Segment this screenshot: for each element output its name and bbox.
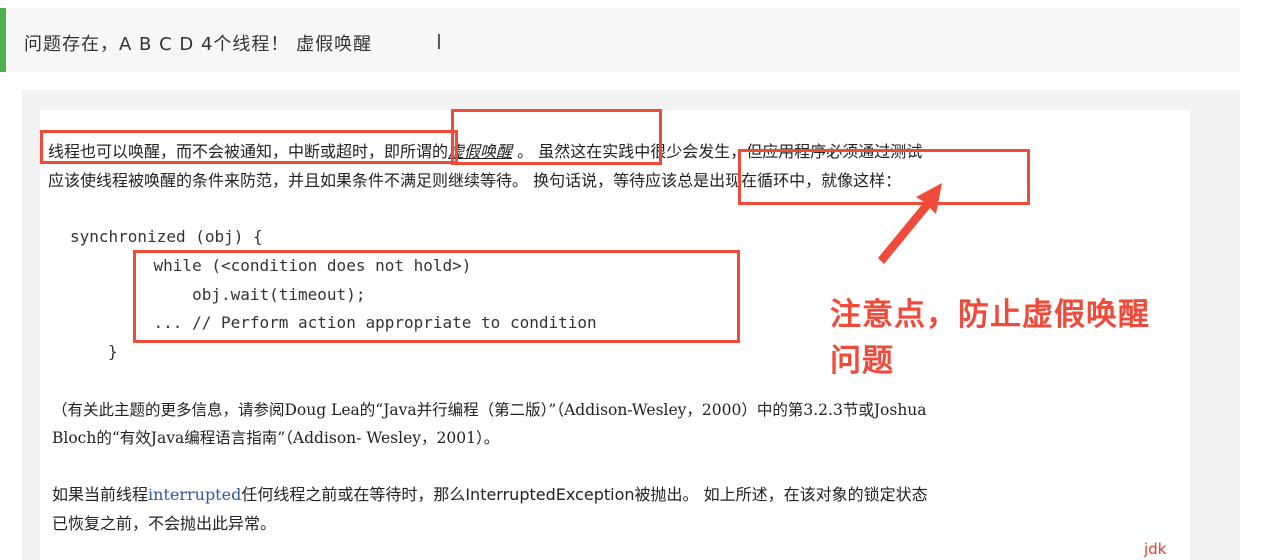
code-line: }	[108, 342, 118, 361]
paragraph-segment: 如果当前线程	[52, 485, 149, 504]
annotation-line2: 问题	[830, 343, 894, 379]
interrupted-paragraph-line2: 已恢复之前，不会抛出此异常。	[52, 514, 277, 533]
highlight-box-spurious-wakeup	[451, 109, 662, 165]
watermark-text: jdk	[1144, 540, 1167, 558]
reference-line1: （有关此主题的更多信息，请参阅Doug Lea的“Java并行编程（第二版）”（…	[52, 401, 927, 419]
text-cursor-icon: I	[436, 30, 442, 54]
annotation-arrow-icon	[878, 183, 942, 264]
code-line: synchronized (obj) {	[70, 227, 263, 246]
interrupted-paragraph-line1: 如果当前线程interrupted任何线程之前或在等待时，那么Interrupt…	[52, 480, 928, 509]
quote-text[interactable]: 问题存在，A B C D 4个线程！ 虚假唤醒	[24, 30, 372, 56]
annotation-text: 注意点，防止虚假唤醒 问题	[830, 292, 1150, 384]
highlight-box-while-loop	[133, 250, 740, 343]
annotation-line1: 注意点，防止虚假唤醒	[830, 297, 1150, 333]
highlight-box-wakeup-causes	[40, 130, 458, 164]
quote-bar: 问题存在，A B C D 4个线程！ 虚假唤醒 I	[0, 8, 1240, 72]
reference-line2: Bloch的“有效Java编程语言指南”（Addison- Wesley，200…	[52, 429, 500, 447]
paragraph-segment: 任何线程之前或在等待时，那么InterruptedException被抛出。 如…	[241, 485, 928, 504]
interrupted-link[interactable]: interrupted	[148, 485, 241, 504]
